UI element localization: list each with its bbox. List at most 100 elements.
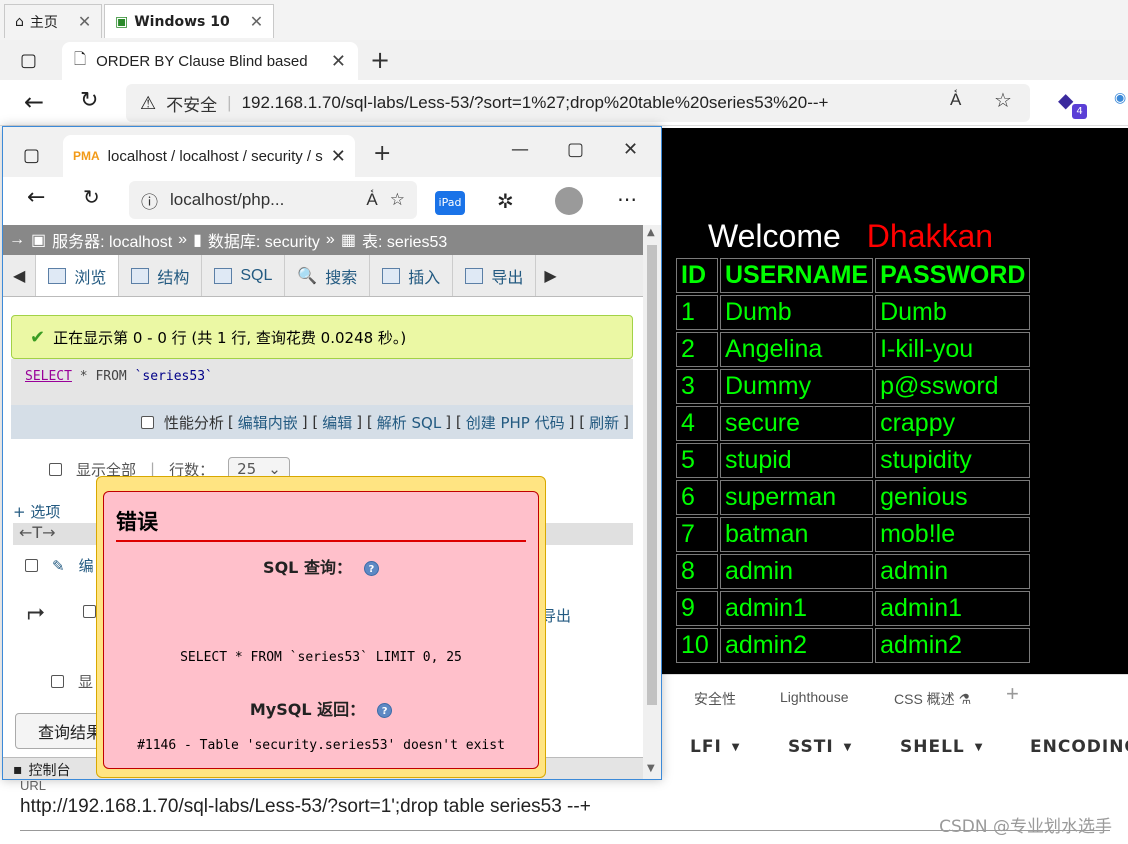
caret-down-icon: ▼ — [974, 741, 984, 753]
tab-actions-icon[interactable]: ▢ — [20, 50, 37, 71]
id-cell: 4 — [676, 406, 718, 441]
inner-tab[interactable]: PMA localhost / localhost / security / s… — [63, 135, 355, 177]
vm-tab-windows10[interactable]: ▣ Windows 10 ✕ — [104, 4, 275, 38]
hackbar-lfi-button[interactable]: LFI ▼ — [690, 737, 740, 757]
security-label: 不安全 — [166, 95, 218, 115]
hackbar-ssti-button[interactable]: SSTI ▼ — [788, 737, 852, 757]
outer-url-bar[interactable]: ⚠ 不安全 | 192.168.1.70/sql-labs/Less-53/?s… — [126, 84, 1030, 122]
hackbar-lfi-label: LFI — [690, 737, 722, 757]
tab-export[interactable]: 导出 — [453, 255, 537, 296]
create-php-link[interactable]: 创建 PHP 代码 — [466, 412, 565, 433]
help-icon[interactable]: ? — [377, 703, 393, 718]
close-icon[interactable]: ✕ — [78, 12, 91, 31]
tab-insert-label: 插入 — [408, 269, 441, 287]
id-cell: 6 — [676, 480, 718, 515]
scroll-right-icon[interactable]: ▶ — [536, 255, 564, 296]
tab-css-overview[interactable]: CSS 概述 ⚗ — [894, 689, 971, 709]
scroll-left-icon[interactable]: ◀ — [3, 255, 37, 296]
header-username: USERNAME — [720, 258, 874, 293]
table-row: 10 admin2 admin2 — [676, 628, 1031, 663]
console-label: 控制台 — [28, 762, 71, 779]
table-header-row: ID USERNAME PASSWORD — [676, 258, 1031, 293]
close-icon[interactable]: ✕ — [250, 12, 263, 31]
inner-tab-title: localhost / localhost / security / s — [107, 147, 323, 165]
outer-tab[interactable]: 🗋 ORDER BY Clause Blind based ✕ — [62, 42, 358, 80]
table-row: 4 secure crappy — [676, 406, 1031, 441]
back-icon[interactable]: ← — [27, 185, 45, 210]
pencil-icon[interactable]: ✎ — [52, 557, 65, 575]
query-results-button[interactable]: 查询结果 — [15, 713, 105, 749]
header-password: PASSWORD — [875, 258, 1031, 293]
favorite-icon[interactable]: ☆ — [390, 190, 405, 210]
mysql-error-text: #1146 - Table 'security.series53' doesn'… — [137, 738, 505, 753]
options-link[interactable]: + 选项 — [13, 501, 60, 522]
vm-tab-strip: ⌂ 主页 ✕ ▣ Windows 10 ✕ — [0, 0, 1128, 40]
profiling-checkbox[interactable] — [140, 415, 154, 429]
minimize-icon[interactable]: — — [511, 139, 529, 160]
scrollbar[interactable]: ▲ ▼ — [643, 225, 661, 779]
read-aloud-icon[interactable]: A᷾ — [366, 190, 377, 210]
breadcrumb-table[interactable]: 表: series53 — [362, 228, 447, 252]
edit-partial-label[interactable]: 编 — [79, 555, 94, 576]
username-cell: admin — [720, 554, 874, 589]
hackbar-ssti-label: SSTI — [788, 737, 834, 757]
tab-actions-icon[interactable]: ▢ — [23, 145, 40, 166]
edit-inline-link[interactable]: 编辑内嵌 — [238, 412, 298, 433]
breadcrumb-database[interactable]: 数据库: security — [208, 228, 320, 252]
error-dialog: 错误 SQL 查询：? SELECT * FROM `series53` LIM… — [96, 476, 546, 778]
scroll-down-icon[interactable]: ▼ — [647, 763, 655, 774]
vm-tab-home[interactable]: ⌂ 主页 ✕ — [4, 4, 103, 38]
tab-structure[interactable]: 结构 — [119, 255, 203, 296]
tab-browse[interactable]: 浏览 — [36, 255, 120, 296]
devtools-panel: 安全性 Lighthouse CSS 概述 ⚗ + LFI ▼ SSTI ▼ SHE… — [660, 674, 1128, 778]
extensions-icon[interactable]: ✲ — [497, 189, 514, 213]
table-row: 8 admin admin — [676, 554, 1031, 589]
show-all-checkbox[interactable] — [49, 462, 62, 476]
tab-search[interactable]: 🔍 搜索 — [285, 255, 371, 296]
scrollbar-thumb[interactable] — [647, 245, 657, 705]
warning-icon: ⚠ — [140, 92, 157, 113]
avatar[interactable] — [555, 187, 583, 215]
more-icon[interactable]: ⋯ — [617, 187, 637, 211]
sql-keyword[interactable]: SELECT — [25, 369, 72, 384]
url-input[interactable]: http://192.168.1.70/sql-labs/Less-53/?so… — [20, 796, 591, 818]
sql-query-label-row: SQL 查询：? — [104, 554, 538, 578]
close-icon[interactable]: ✕ — [331, 51, 346, 72]
eye-icon[interactable]: ◉ — [1114, 90, 1126, 106]
refresh-link[interactable]: 刷新 — [589, 412, 619, 433]
new-tab-icon[interactable]: + — [373, 141, 391, 166]
refresh-icon[interactable]: ↻ — [83, 185, 100, 209]
password-cell: Dumb — [875, 295, 1031, 330]
breadcrumb-server[interactable]: 服务器: localhost — [52, 228, 172, 252]
close-window-icon[interactable]: ✕ — [623, 139, 638, 160]
help-icon[interactable]: ? — [363, 561, 379, 576]
close-icon[interactable]: ✕ — [331, 146, 346, 167]
tab-css-overview-label: CSS 概述 — [894, 691, 955, 707]
refresh-icon[interactable]: ↻ — [80, 88, 98, 113]
tab-lighthouse[interactable]: Lighthouse — [780, 689, 849, 705]
show-checkbox[interactable] — [51, 675, 64, 688]
add-tab-icon[interactable]: + — [1006, 681, 1019, 707]
read-aloud-icon[interactable]: A᷾ — [950, 90, 961, 110]
show-row: 显 — [51, 671, 93, 692]
new-tab-icon[interactable]: + — [370, 46, 390, 74]
row-checkbox[interactable] — [25, 559, 38, 572]
username-cell: admin1 — [720, 591, 874, 626]
explain-sql-link[interactable]: 解析 SQL — [377, 412, 441, 433]
favorite-icon[interactable]: ☆ — [994, 88, 1012, 112]
hackbar-encoding-button[interactable]: ENCODING — [1030, 737, 1128, 757]
edit-link[interactable]: 编辑 — [322, 412, 352, 433]
inner-url-bar[interactable]: ⓘ localhost/php... A᷾ ☆ — [129, 181, 417, 219]
hackbar-shell-button[interactable]: SHELL ▼ — [900, 737, 983, 757]
tab-sql[interactable]: SQL — [202, 255, 286, 296]
ipad-icon[interactable]: iPad — [435, 191, 465, 215]
success-text: 正在显示第 0 - 0 行 (共 1 行, 查询花费 0.0248 秒。) — [53, 328, 407, 347]
outer-address-bar: ← ↻ ⚠ 不安全 | 192.168.1.70/sql-labs/Less-5… — [0, 80, 1128, 126]
tab-security[interactable]: 安全性 — [694, 689, 736, 709]
server-icon: ▣ — [31, 232, 47, 249]
back-icon[interactable]: ← — [24, 88, 44, 116]
select-all-checkbox[interactable] — [83, 605, 96, 618]
tab-insert[interactable]: 插入 — [370, 255, 454, 296]
scroll-up-icon[interactable]: ▲ — [647, 227, 655, 238]
maximize-icon[interactable]: ▢ — [567, 139, 584, 160]
